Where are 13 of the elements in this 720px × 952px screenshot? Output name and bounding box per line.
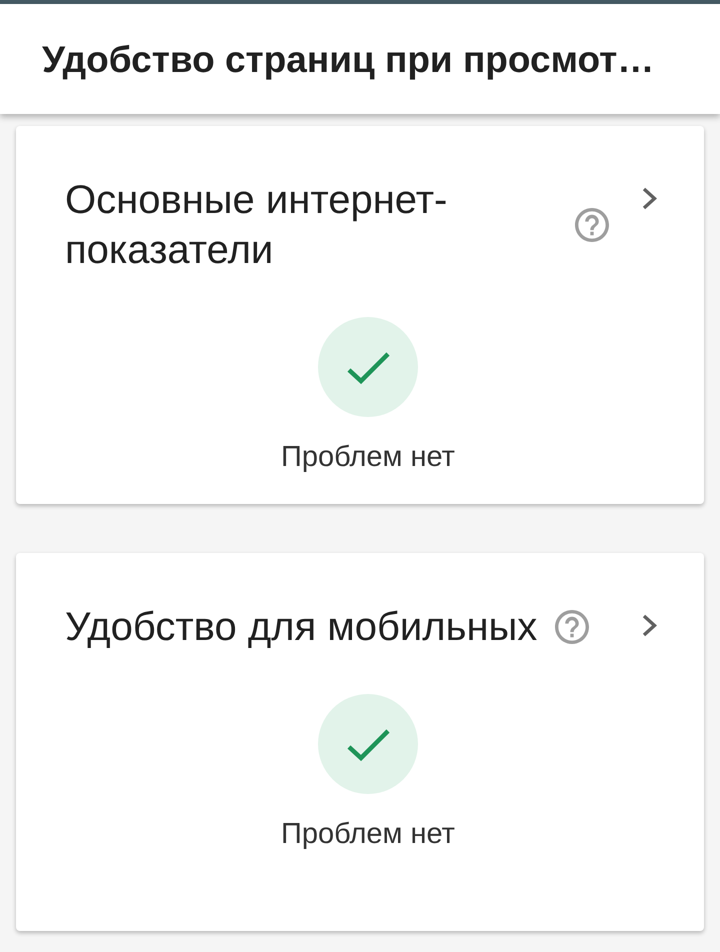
status-text: Проблем нет xyxy=(281,817,455,852)
card-title: Основные интернет-показатели xyxy=(65,177,448,274)
chevron-right-icon[interactable] xyxy=(642,187,657,210)
report-card[interactable]: Удобство для мобильных Проблем нет xyxy=(16,553,704,931)
check-icon xyxy=(318,694,418,794)
page-title: Удобство страниц при просмот… xyxy=(42,40,654,78)
help-icon[interactable] xyxy=(575,208,609,242)
check-icon xyxy=(318,317,418,417)
help-icon[interactable] xyxy=(555,610,590,644)
chevron-right-icon[interactable] xyxy=(642,614,657,637)
report-card[interactable]: Основные интернет-показатели Проблем нет xyxy=(16,126,704,504)
card-title: Удобство для мобильных xyxy=(65,604,538,651)
status-text: Проблем нет xyxy=(281,440,455,475)
